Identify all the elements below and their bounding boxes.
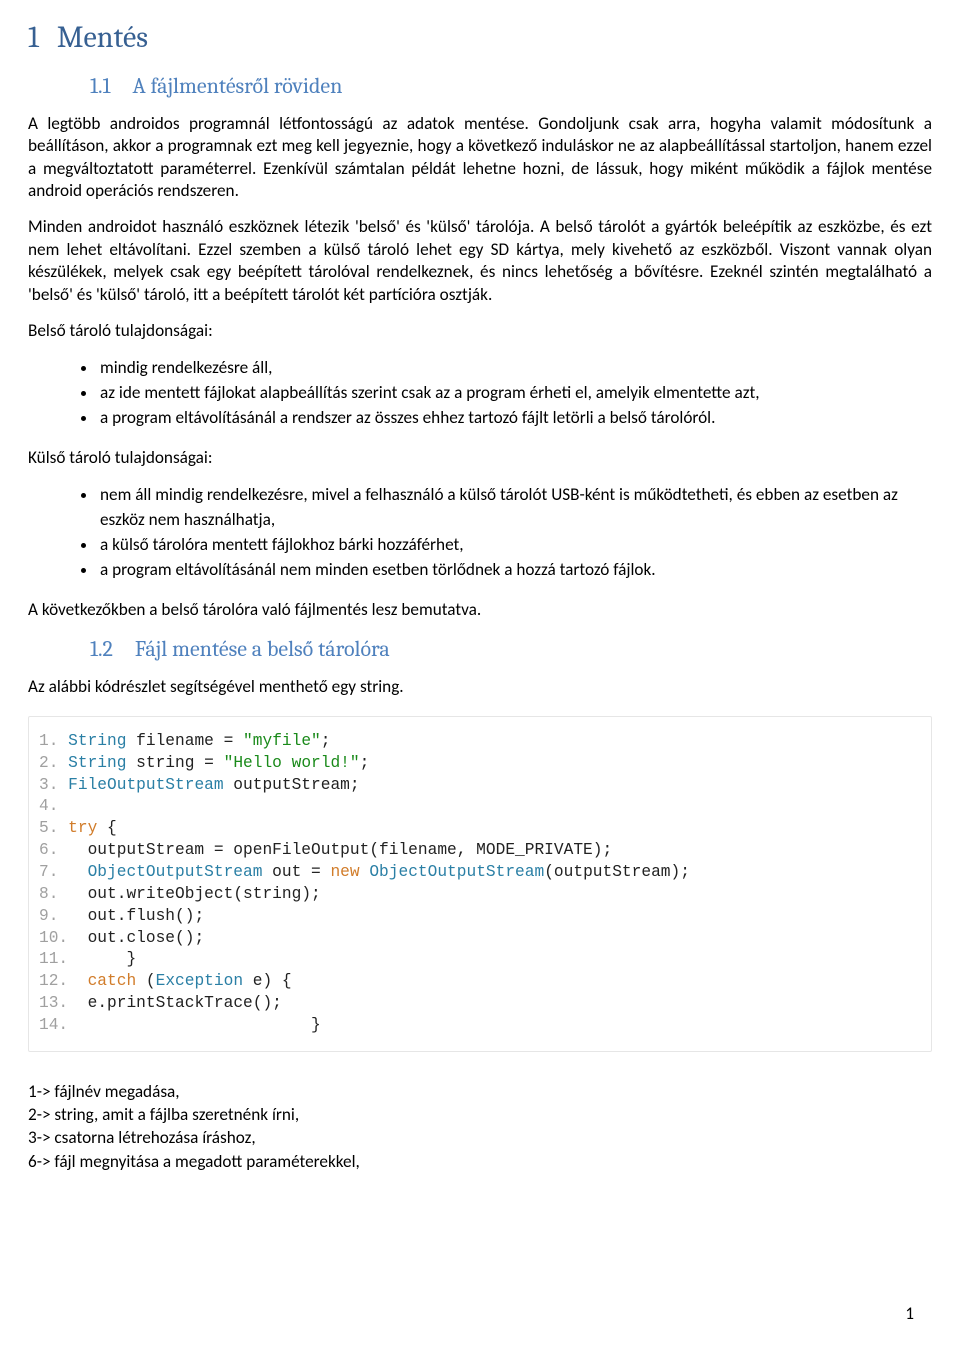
- paragraph-4: Külső tároló tulajdonságai:: [28, 447, 932, 469]
- paragraph-6: Az alábbi kódrészlet segítségével menthe…: [28, 676, 932, 698]
- heading-2-section-1-1: 1.1 A fájlmentésről röviden: [90, 73, 932, 99]
- list-item: a program eltávolításánál nem minden ese…: [98, 558, 932, 583]
- paragraph-1: A legtöbb androidos programnál létfontos…: [28, 113, 932, 202]
- paragraph-5: A következőkben a belső tárolóra való fá…: [28, 599, 932, 621]
- internal-storage-list: mindig rendelkezésre áll, az ide mentett…: [28, 356, 932, 431]
- code-block: 1. String filename = "myfile"; 2. String…: [28, 716, 932, 1052]
- list-item: nem áll mindig rendelkezésre, mivel a fe…: [98, 483, 932, 533]
- explain-line: 3-> csatorna létrehozása íráshoz,: [28, 1126, 932, 1149]
- heading-2-number: 1.1: [90, 73, 110, 99]
- external-storage-list: nem áll mindig rendelkezésre, mivel a fe…: [28, 483, 932, 583]
- heading-2-number: 1.2: [90, 636, 113, 662]
- explain-line: 1-> fájlnév megadása,: [28, 1080, 932, 1103]
- heading-2-text: A fájlmentésről röviden: [132, 73, 342, 99]
- heading-2-section-1-2: 1.2 Fájl mentése a belső tárolóra: [90, 636, 932, 662]
- code-explanation: 1-> fájlnév megadása, 2-> string, amit a…: [28, 1080, 932, 1173]
- heading-2-text: Fájl mentése a belső tárolóra: [135, 636, 390, 662]
- list-item: a program eltávolításánál a rendszer az …: [98, 406, 932, 431]
- list-item: a külső tárolóra mentett fájlokhoz bárki…: [98, 533, 932, 558]
- list-item: az ide mentett fájlokat alapbeállítás sz…: [98, 381, 932, 406]
- heading-1-text: Mentés: [57, 20, 148, 55]
- list-item: mindig rendelkezésre áll,: [98, 356, 932, 381]
- paragraph-3: Belső tároló tulajdonságai:: [28, 320, 932, 342]
- heading-1-number: 1: [28, 20, 39, 55]
- page-number: 1: [905, 1303, 914, 1324]
- paragraph-2: Minden androidot használó eszköznek léte…: [28, 216, 932, 305]
- explain-line: 6-> fájl megnyitása a megadott paraméter…: [28, 1150, 932, 1173]
- explain-line: 2-> string, amit a fájlba szeretnénk írn…: [28, 1103, 932, 1126]
- heading-1: 1 Mentés: [28, 20, 932, 55]
